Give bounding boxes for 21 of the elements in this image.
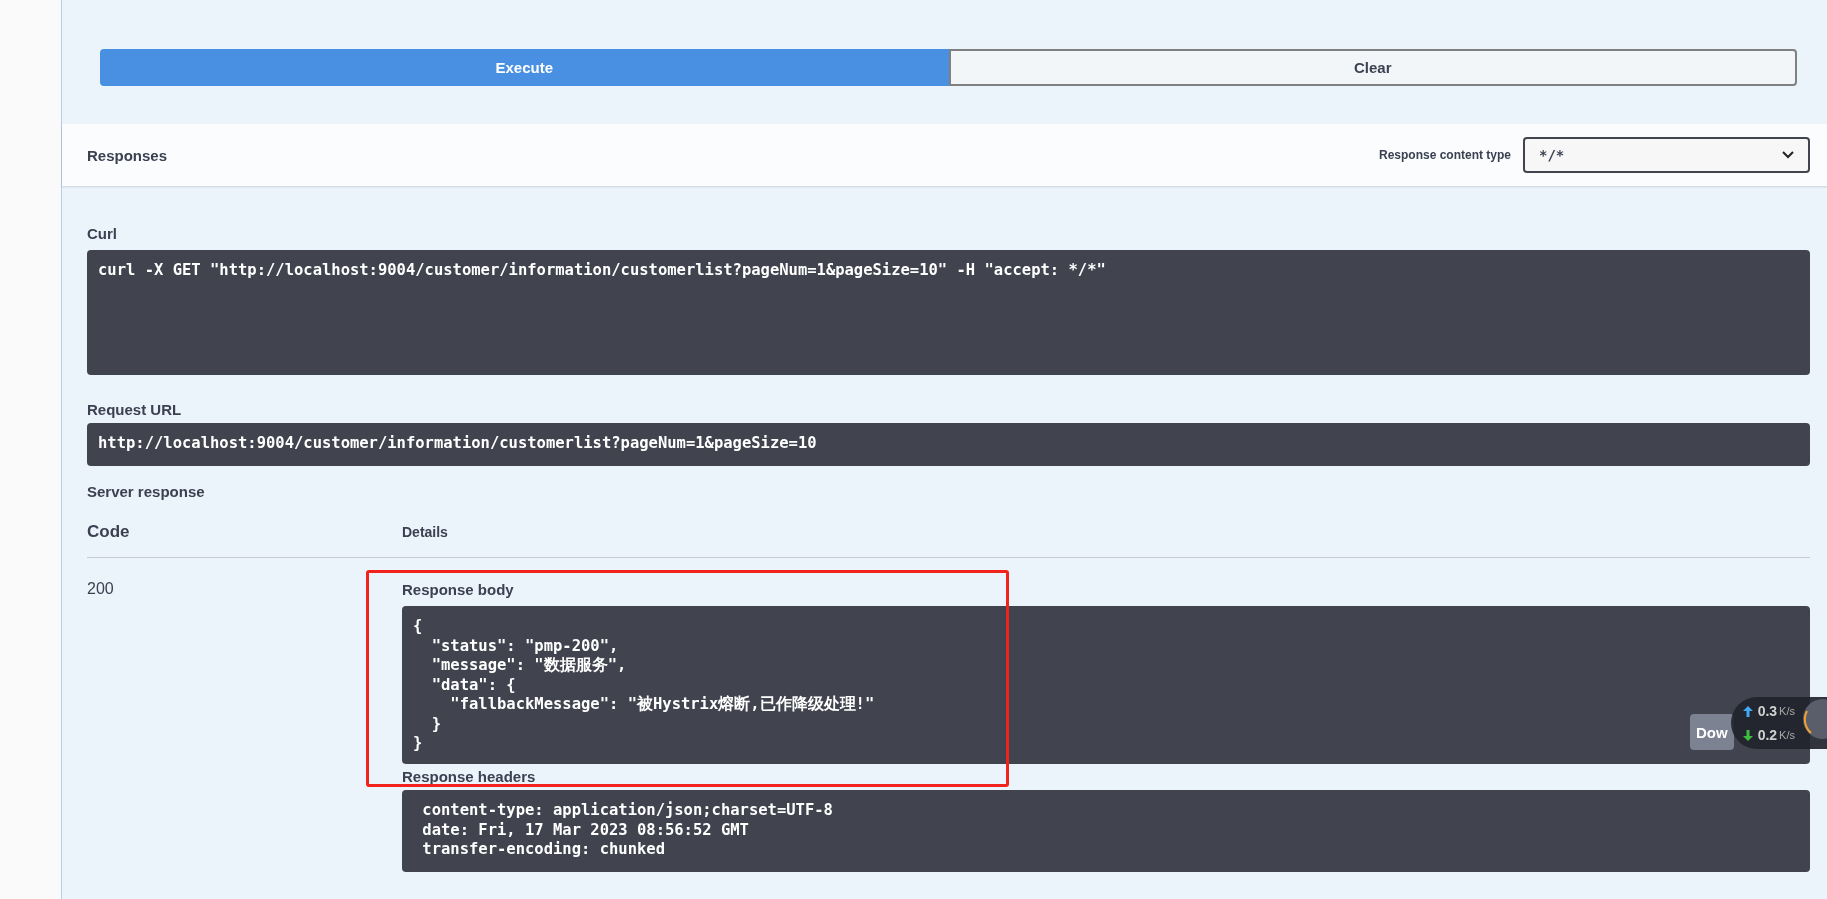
speed-unit: K/s <box>1779 705 1795 717</box>
code-text: curl -X GET "http://localhost:9004/customer/information/customerlist?pageNum=1&pageSize=10" -H "accept: */*" <box>98 261 1106 281</box>
section-label: Response headers <box>402 767 537 787</box>
code-text: content-type: application/json;charset=UTF-8 date: Fri, 17 Mar 2023 08:56:52 GMT transfer-encoding: chunked <box>421 801 833 860</box>
content-type-select[interactable]: */* <box>1523 137 1810 173</box>
code-text: { "status": "pmp-200", "message": "数据服务", "data": { "fallbackMessage": "被Hystrix熔断,已作降级处理!" } } <box>413 617 875 754</box>
section-label: Server response <box>87 482 206 502</box>
section-label: Request URL <box>87 400 183 420</box>
section-title: Responses <box>87 146 169 164</box>
section-label: Curl <box>87 224 118 244</box>
field-label: Response content type <box>1378 148 1511 162</box>
column-header: Code <box>87 522 130 541</box>
speed-value: 0.2 <box>1757 727 1778 743</box>
speed-unit: K/s <box>1779 729 1795 741</box>
status-code: 200 <box>87 580 114 597</box>
code-text: http://localhost:9004/customer/information/customerlist?pageNum=1&pageSize=10 <box>98 434 817 454</box>
section-label: Response body <box>402 580 515 600</box>
download-button[interactable]: Dow <box>1690 714 1734 750</box>
clear-button[interactable]: Clear <box>948 49 1797 86</box>
column-header: Details <box>402 524 448 540</box>
speed-value: 0.3 <box>1757 703 1778 719</box>
